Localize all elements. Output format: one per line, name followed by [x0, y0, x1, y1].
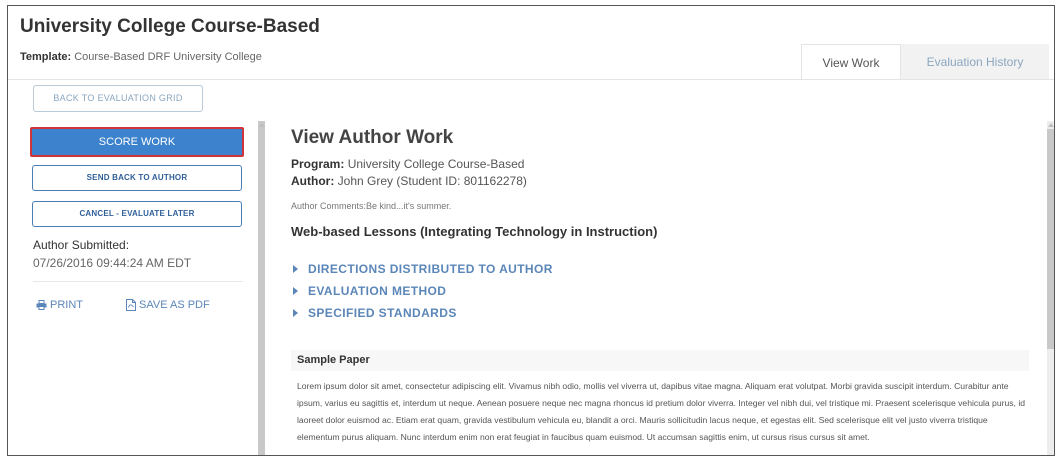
- author-submitted-date: 07/26/2016 09:44:24 AM EDT: [33, 256, 192, 270]
- sidebar-divider: [33, 281, 243, 282]
- scroll-up-arrow-icon[interactable]: [259, 123, 265, 127]
- sidebar-scrollbar[interactable]: [258, 121, 265, 455]
- back-to-evaluation-grid-button[interactable]: BACK TO EVALUATION GRID: [33, 85, 203, 112]
- author-value: John Grey (Student ID: 801162278): [337, 174, 527, 188]
- author-info: Author: John Grey (Student ID: 801162278…: [291, 174, 527, 188]
- pdf-file-icon: [126, 299, 136, 311]
- app-frame: University College Course-Based Template…: [7, 5, 1055, 456]
- accordion-label: EVALUATION METHOD: [308, 284, 447, 298]
- scrollbar-thumb[interactable]: [1047, 129, 1054, 349]
- page-title: University College Course-Based: [20, 16, 320, 37]
- paper-title: Sample Paper: [291, 350, 1029, 371]
- tab-view-work[interactable]: View Work: [801, 44, 901, 80]
- score-work-button[interactable]: SCORE WORK: [30, 127, 244, 157]
- template-label: Template:: [20, 51, 72, 63]
- program-value: University College Course-Based: [347, 157, 525, 171]
- lesson-title: Web-based Lessons (Integrating Technolog…: [291, 224, 658, 239]
- send-back-to-author-button[interactable]: SEND BACK TO AUTHOR: [32, 165, 242, 191]
- save-as-pdf-label: SAVE AS PDF: [139, 299, 210, 311]
- program-info: Program: University College Course-Based: [291, 157, 524, 171]
- author-label: Author:: [291, 174, 335, 188]
- accordion-specified-standards[interactable]: SPECIFIED STANDARDS: [291, 304, 851, 322]
- cancel-evaluate-later-button[interactable]: CANCEL - EVALUATE LATER: [32, 201, 242, 227]
- author-submitted-label: Author Submitted:: [33, 238, 130, 252]
- print-label: PRINT: [50, 299, 83, 311]
- sidebar: SCORE WORK SEND BACK TO AUTHOR CANCEL - …: [8, 121, 258, 455]
- accordion-label: DIRECTIONS DISTRIBUTED TO AUTHOR: [308, 262, 553, 276]
- section-title: View Author Work: [291, 127, 454, 148]
- caret-right-icon: [293, 287, 298, 295]
- tab-evaluation-history[interactable]: Evaluation History: [901, 44, 1049, 80]
- main-content: View Author Work Program: University Col…: [273, 121, 1038, 455]
- template-value: Course-Based DRF University College: [74, 51, 262, 63]
- tab-bar: View Work Evaluation History: [801, 44, 1049, 80]
- program-label: Program:: [291, 157, 345, 171]
- paper-text: Lorem ipsum dolor sit amet, consectetur …: [297, 381, 1026, 442]
- accordion-directions[interactable]: DIRECTIONS DISTRIBUTED TO AUTHOR: [291, 260, 851, 278]
- author-comments: Author Comments:Be kind...it's summer.: [291, 201, 452, 211]
- caret-right-icon: [293, 265, 298, 273]
- printer-icon: [36, 300, 47, 310]
- scroll-up-arrow-icon[interactable]: [1048, 123, 1054, 127]
- template-info: Template: Course-Based DRF University Co…: [20, 51, 262, 63]
- print-link[interactable]: PRINT: [36, 299, 83, 311]
- save-as-pdf-link[interactable]: SAVE AS PDF: [126, 299, 210, 311]
- accordion-label: SPECIFIED STANDARDS: [308, 306, 457, 320]
- tab-divider: [8, 79, 1054, 80]
- caret-right-icon: [293, 309, 298, 317]
- content-scrollbar[interactable]: [1047, 121, 1054, 455]
- accordion-evaluation-method[interactable]: EVALUATION METHOD: [291, 282, 851, 300]
